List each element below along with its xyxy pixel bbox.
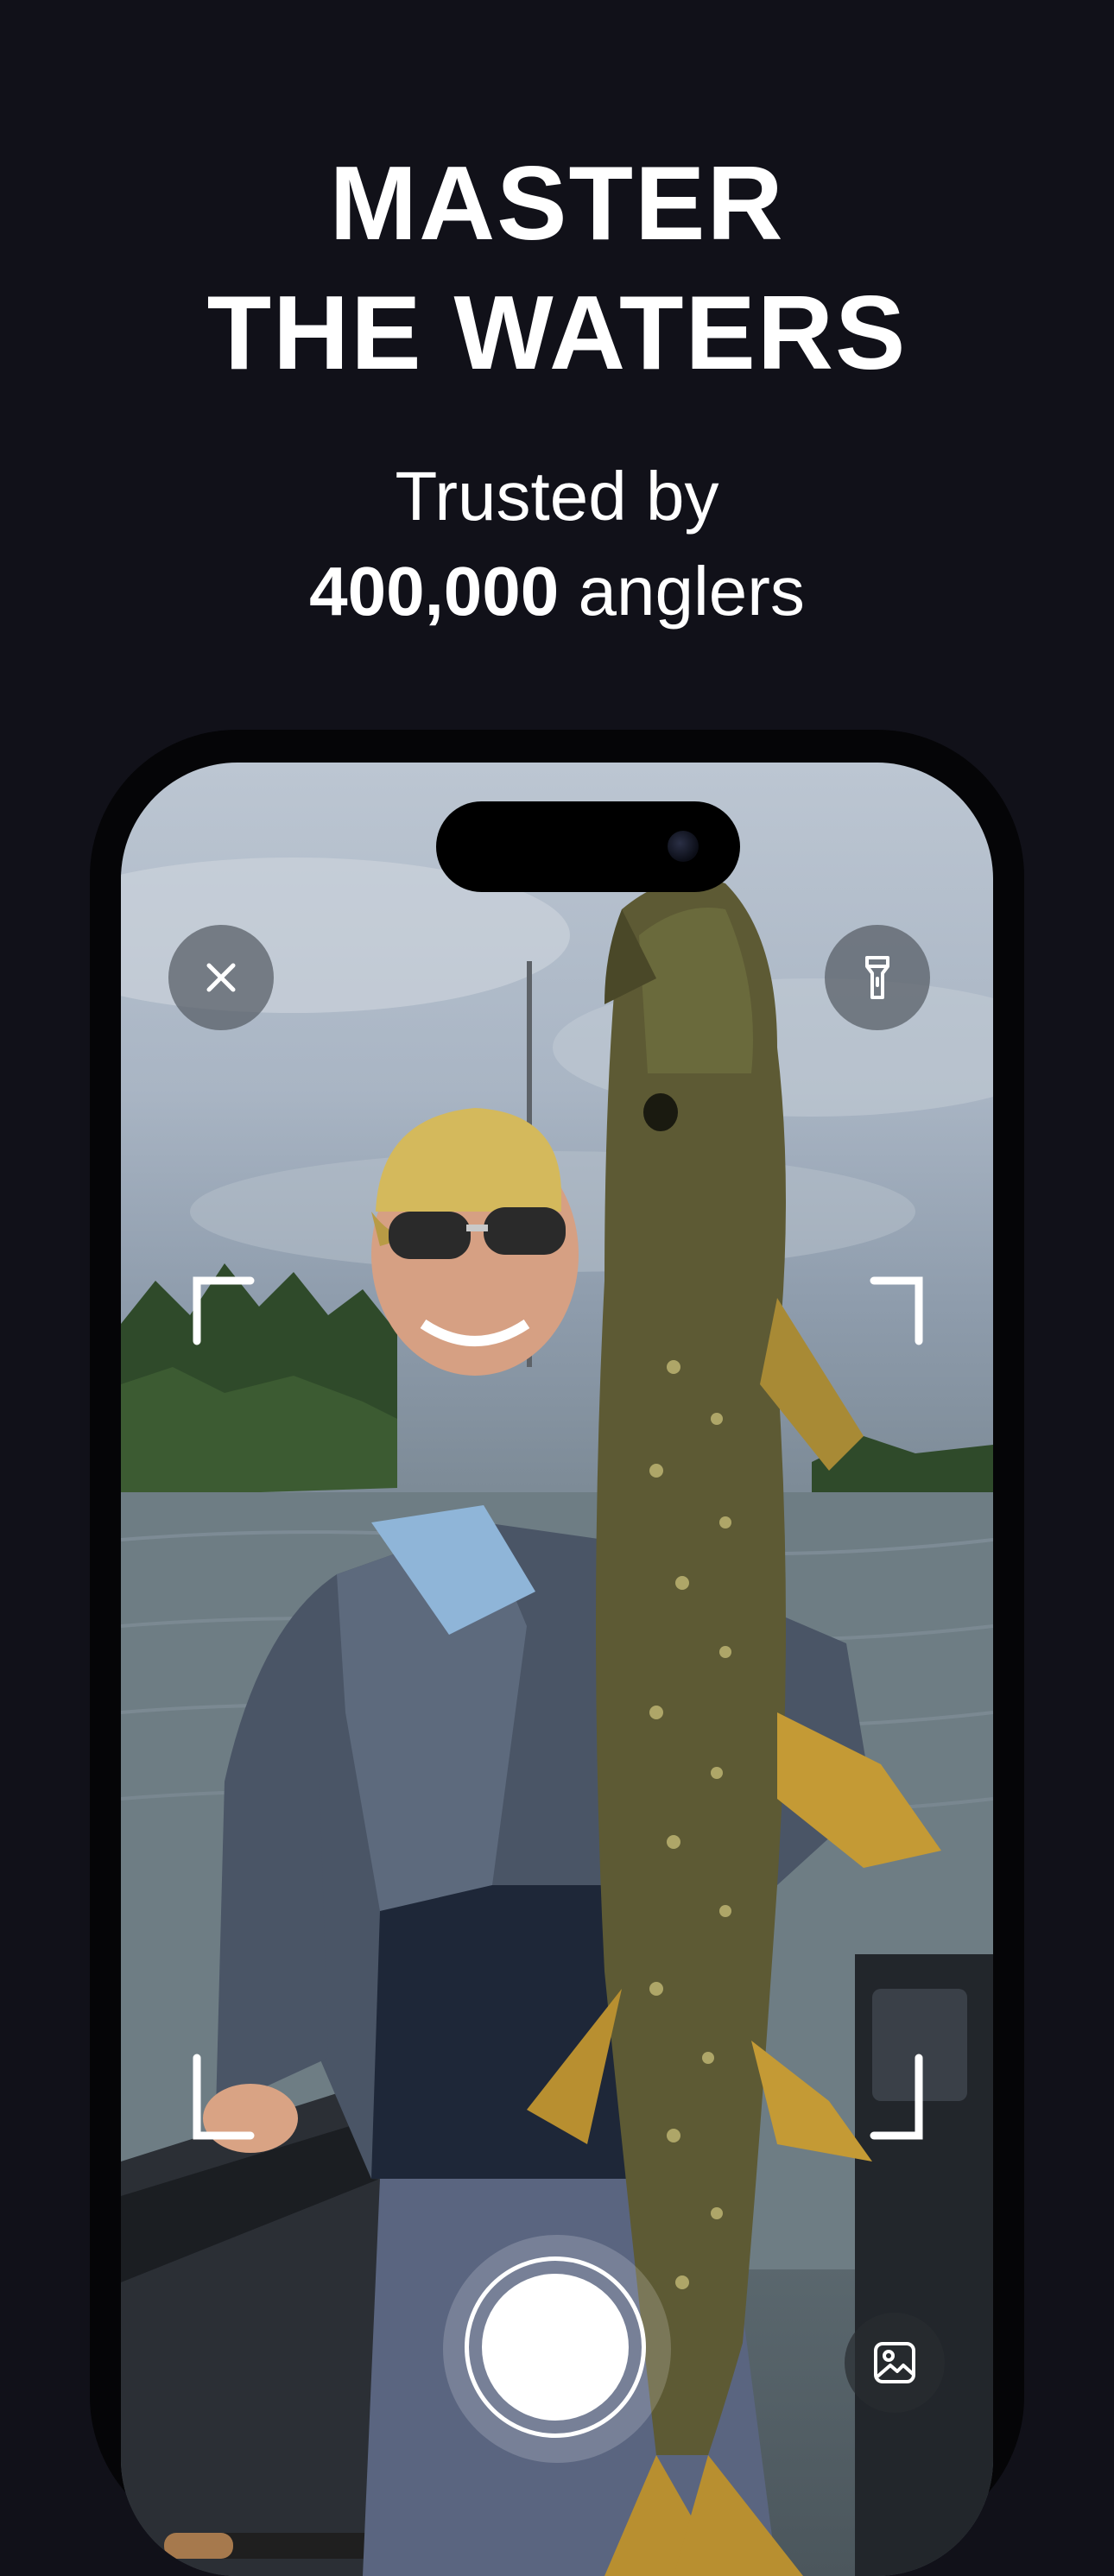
phone-frame — [90, 730, 1024, 2576]
close-icon — [206, 963, 236, 992]
angler-count: 400,000 — [309, 553, 560, 630]
flashlight-icon — [865, 956, 889, 999]
front-camera-lens — [668, 831, 699, 862]
scan-corner-top-right — [870, 1276, 923, 1345]
flashlight-button[interactable] — [825, 925, 930, 1030]
headline-line-1: MASTER — [329, 144, 785, 262]
close-button[interactable] — [168, 925, 274, 1030]
headline-line-2: THE WATERS — [206, 274, 908, 391]
subtitle-line-1: Trusted by — [395, 458, 719, 535]
camera-screen — [121, 763, 993, 2576]
shutter-button[interactable] — [482, 2274, 629, 2421]
gallery-button[interactable] — [845, 2313, 945, 2413]
page-subtitle: Trusted by 400,000 anglers — [0, 449, 1114, 639]
subtitle-suffix: anglers — [559, 553, 805, 630]
gallery-icon — [874, 2342, 915, 2383]
dynamic-island — [436, 801, 740, 892]
page-headline: MASTER THE WATERS — [0, 138, 1114, 397]
subtitle-line-2: 400,000 anglers — [0, 544, 1114, 639]
